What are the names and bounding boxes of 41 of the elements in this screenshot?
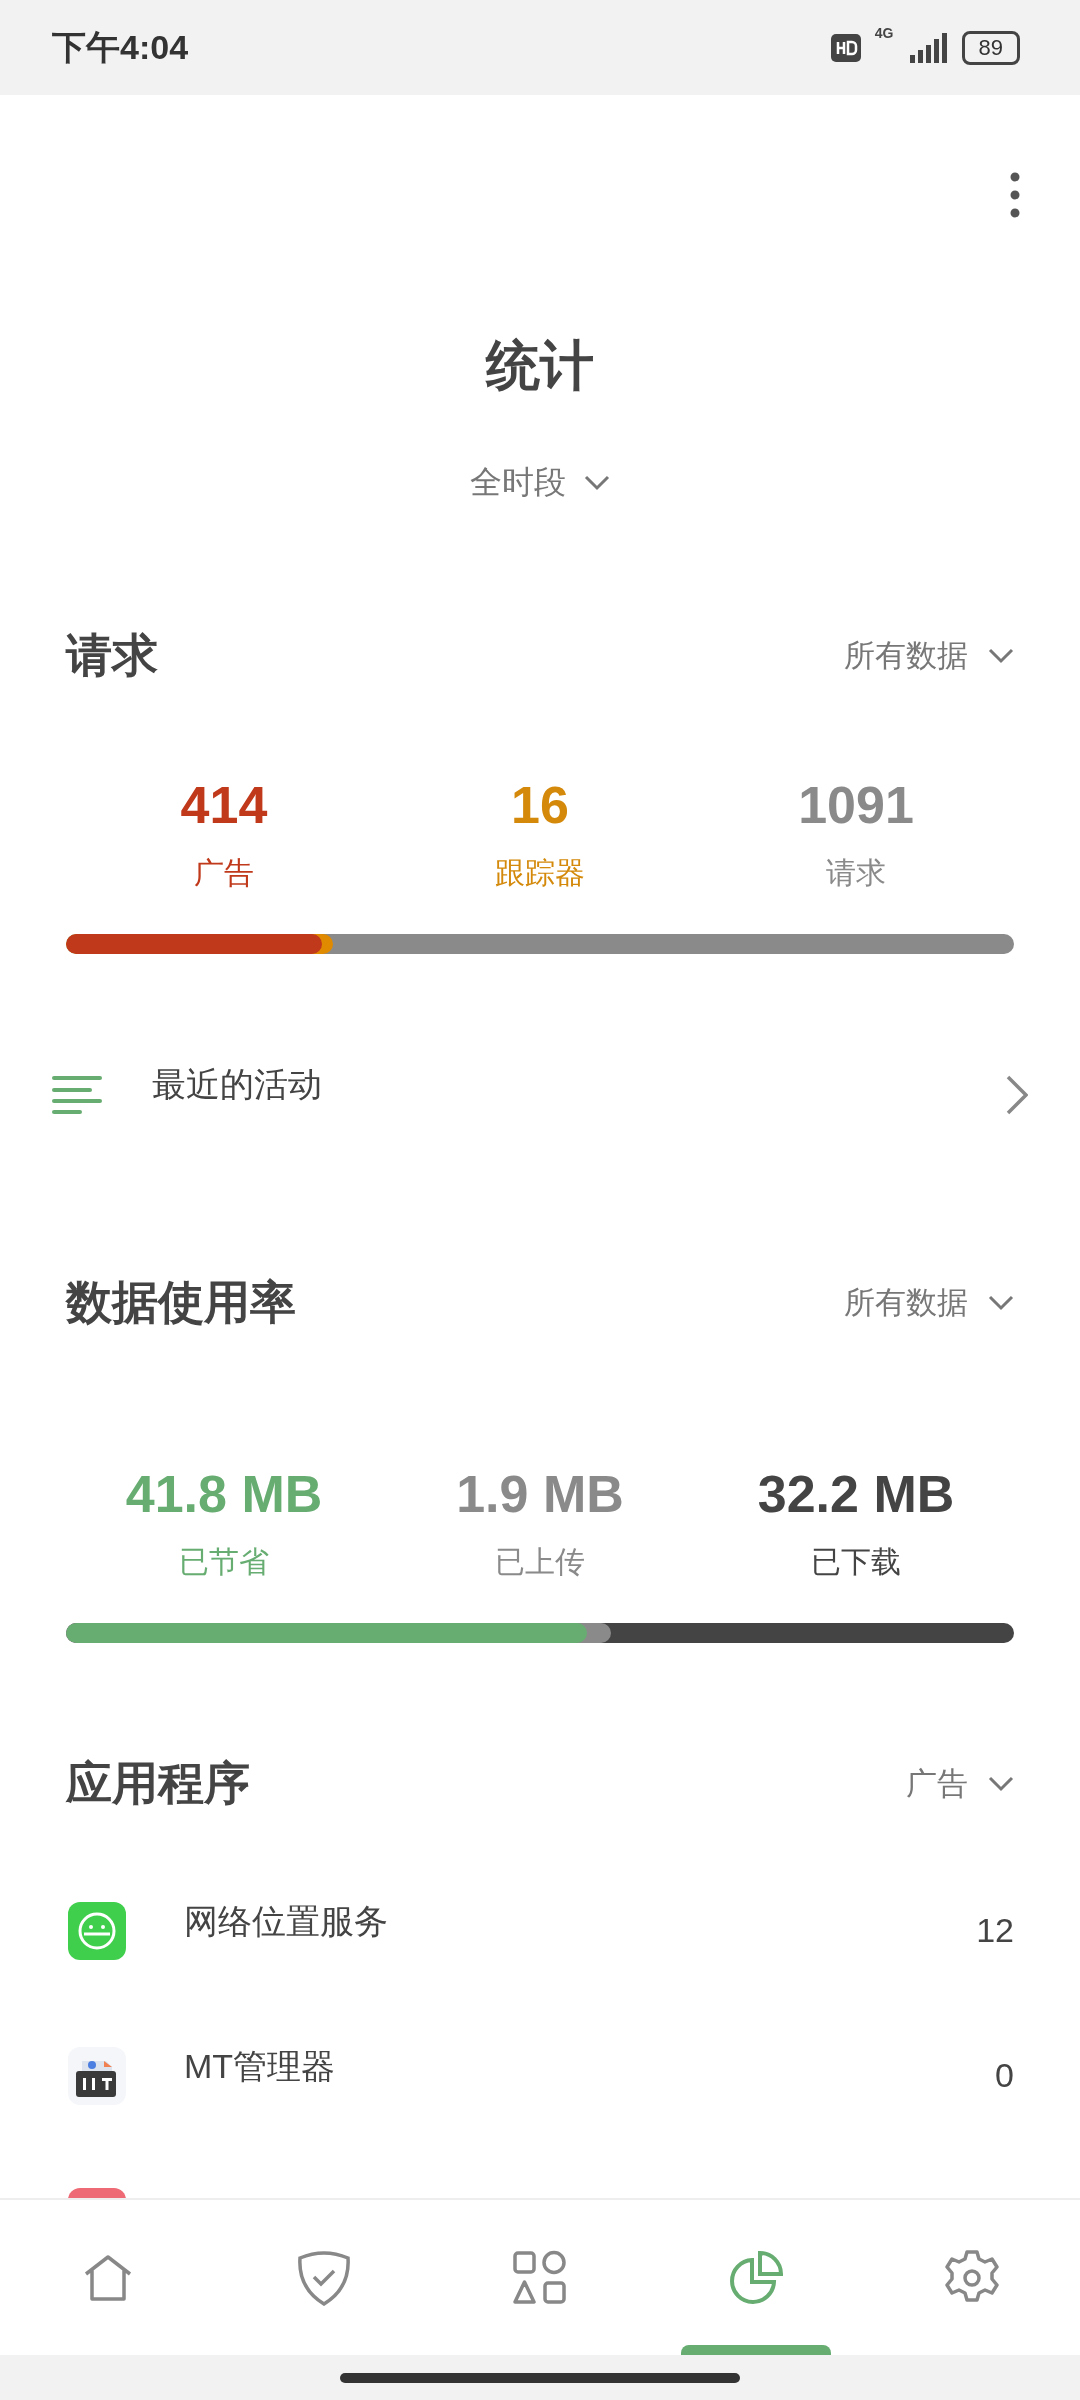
stat-label: 请求 bbox=[826, 855, 886, 891]
list-icon bbox=[52, 1076, 102, 1114]
section-title: 应用程序 bbox=[66, 1756, 250, 1811]
stat-value: 414 bbox=[180, 775, 268, 835]
home-icon bbox=[82, 2253, 134, 2302]
stat-value: 1091 bbox=[798, 775, 914, 835]
filter-dropdown[interactable]: 所有数据 bbox=[844, 1282, 1014, 1324]
status-time: 下午4:04 bbox=[52, 26, 189, 68]
network-type: 4G bbox=[874, 24, 894, 41]
section-title: 数据使用率 bbox=[66, 1275, 296, 1330]
shield-check-icon bbox=[297, 2249, 351, 2306]
filter-dropdown[interactable]: 广告 bbox=[906, 1763, 1014, 1805]
more-options-icon[interactable] bbox=[1010, 172, 1020, 218]
filter-dropdown[interactable]: 所有数据 bbox=[844, 635, 1014, 677]
page-title: 统计 bbox=[484, 334, 595, 397]
stat-value: 16 bbox=[511, 775, 569, 835]
chevron-down-icon bbox=[988, 1295, 1014, 1311]
chevron-down-icon bbox=[988, 1776, 1014, 1792]
smiley-app-icon bbox=[68, 1901, 126, 1960]
stat-value: 41.8 MB bbox=[125, 1464, 323, 1524]
battery-level: 89 bbox=[961, 30, 1020, 65]
app-row[interactable]: MT管理器 0 bbox=[0, 2003, 1080, 2148]
hd-icon bbox=[830, 33, 861, 62]
section-title: 请求 bbox=[66, 628, 158, 683]
stat-label: 已节省 bbox=[179, 1544, 269, 1580]
period-dropdown[interactable]: 全时段 bbox=[0, 461, 1080, 505]
shapes-icon bbox=[512, 2249, 568, 2306]
stat-value: 1.9 MB bbox=[456, 1464, 624, 1524]
recent-activity-row[interactable]: 最近的活动 bbox=[0, 1030, 1080, 1160]
chevron-down-icon bbox=[988, 648, 1014, 664]
stat-label: 广告 bbox=[194, 855, 254, 891]
stat-label: 跟踪器 bbox=[495, 855, 585, 891]
signal-icon bbox=[907, 32, 948, 63]
stat-label: 已下载 bbox=[811, 1544, 901, 1580]
chevron-right-icon bbox=[1006, 1075, 1028, 1115]
pie-chart-icon bbox=[728, 2249, 784, 2306]
stat-value: 32.2 MB bbox=[757, 1464, 955, 1524]
app-row[interactable]: 网络位置服务 12 bbox=[0, 1858, 1080, 2003]
folder-app-icon bbox=[68, 2046, 126, 2105]
stat-label: 已上传 bbox=[495, 1544, 585, 1580]
chevron-down-icon bbox=[584, 475, 610, 491]
